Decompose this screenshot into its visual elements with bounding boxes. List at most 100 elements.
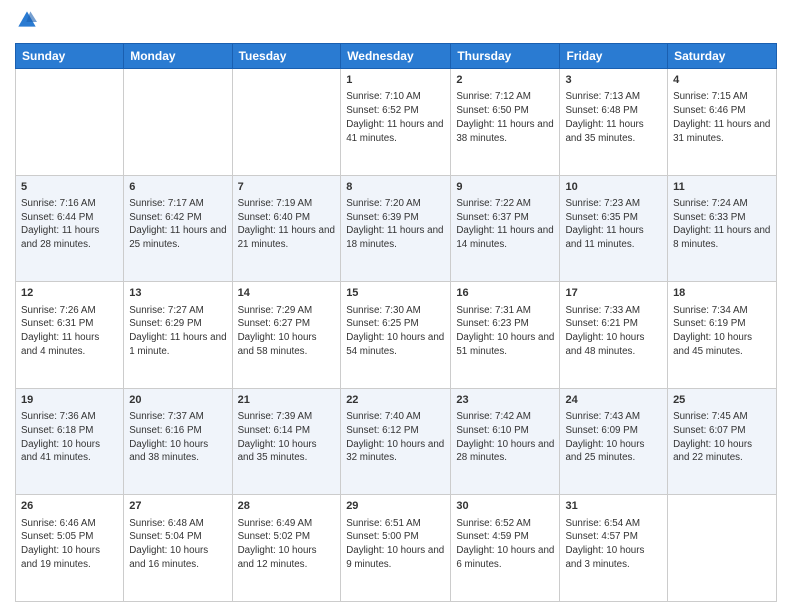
- day-number: 16: [456, 286, 554, 301]
- day-cell: 24 Sunrise: 7:43 AM Sunset: 6:09 PM Dayli…: [560, 388, 668, 495]
- day-number: 14: [238, 286, 336, 301]
- day-info: Sunrise: 7:42 AM Sunset: 6:10 PM Dayligh…: [456, 410, 554, 465]
- day-info: Sunrise: 6:52 AM Sunset: 4:59 PM Dayligh…: [456, 517, 554, 572]
- day-number: 22: [346, 393, 445, 408]
- day-cell: 31Sunrise: 6:54 AM Sunset: 4:57 PM Dayli…: [560, 495, 668, 602]
- day-info: Sunrise: 6:48 AM Sunset: 5:04 PM Dayligh…: [129, 517, 226, 572]
- day-info: Sunrise: 6:49 AM Sunset: 5:02 PM Dayligh…: [238, 517, 336, 572]
- day-info: Sunrise: 7:45 AM Sunset: 6:07 PM Dayligh…: [673, 410, 771, 465]
- day-number: 11: [673, 180, 771, 195]
- day-info: Sunrise: 7:34 AM Sunset: 6:19 PM Dayligh…: [673, 304, 771, 359]
- day-info: Sunrise: 7:20 AM Sunset: 6:39 PM Dayligh…: [346, 197, 445, 252]
- weekday-header-saturday: Saturday: [668, 44, 777, 69]
- day-number: 8: [346, 180, 445, 195]
- day-number: 23: [456, 393, 554, 408]
- weekday-header-monday: Monday: [124, 44, 232, 69]
- day-info: Sunrise: 7:39 AM Sunset: 6:14 PM Dayligh…: [238, 410, 336, 465]
- week-row-2: 5 Sunrise: 7:16 AM Sunset: 6:44 PM Daylig…: [16, 175, 777, 282]
- day-cell: 2 Sunrise: 7:12 AM Sunset: 6:50 PM Daylig…: [451, 69, 560, 176]
- day-number: 13: [129, 286, 226, 301]
- day-cell: 29 Sunrise: 6:51 AM Sunset: 5:00 PM Dayli…: [341, 495, 451, 602]
- day-cell: 16Sunrise: 7:31 AM Sunset: 6:23 PM Dayli…: [451, 282, 560, 389]
- day-cell: [16, 69, 124, 176]
- day-cell: 3Sunrise: 7:13 AM Sunset: 6:48 PM Daylig…: [560, 69, 668, 176]
- day-number: 28: [238, 499, 336, 514]
- calendar: SundayMondayTuesdayWednesdayThursdayFrid…: [15, 43, 777, 602]
- day-cell: 21 Sunrise: 7:39 AM Sunset: 6:14 PM Dayli…: [232, 388, 341, 495]
- weekday-header-tuesday: Tuesday: [232, 44, 341, 69]
- day-number: 5: [21, 180, 118, 195]
- weekday-header-row: SundayMondayTuesdayWednesdayThursdayFrid…: [16, 44, 777, 69]
- day-cell: 28 Sunrise: 6:49 AM Sunset: 5:02 PM Dayli…: [232, 495, 341, 602]
- day-cell: [668, 495, 777, 602]
- week-row-1: 1 Sunrise: 7:10 AM Sunset: 6:52 PM Daylig…: [16, 69, 777, 176]
- day-info: Sunrise: 7:24 AM Sunset: 6:33 PM Dayligh…: [673, 197, 771, 252]
- day-number: 7: [238, 180, 336, 195]
- day-number: 18: [673, 286, 771, 301]
- day-cell: 8 Sunrise: 7:20 AM Sunset: 6:39 PM Daylig…: [341, 175, 451, 282]
- day-number: 25: [673, 393, 771, 408]
- day-info: Sunrise: 7:40 AM Sunset: 6:12 PM Dayligh…: [346, 410, 445, 465]
- day-number: 26: [21, 499, 118, 514]
- day-info: Sunrise: 7:16 AM Sunset: 6:44 PM Dayligh…: [21, 197, 118, 252]
- header: [15, 10, 777, 35]
- day-cell: 1 Sunrise: 7:10 AM Sunset: 6:52 PM Daylig…: [341, 69, 451, 176]
- day-cell: 19 Sunrise: 7:36 AM Sunset: 6:18 PM Dayli…: [16, 388, 124, 495]
- day-cell: [232, 69, 341, 176]
- day-cell: [124, 69, 232, 176]
- day-info: Sunrise: 7:27 AM Sunset: 6:29 PM Dayligh…: [129, 304, 226, 359]
- day-cell: 10 Sunrise: 7:23 AM Sunset: 6:35 PM Dayli…: [560, 175, 668, 282]
- day-number: 19: [21, 393, 118, 408]
- day-number: 21: [238, 393, 336, 408]
- day-number: 2: [456, 73, 554, 88]
- day-info: Sunrise: 7:37 AM Sunset: 6:16 PM Dayligh…: [129, 410, 226, 465]
- day-number: 17: [565, 286, 662, 301]
- day-info: Sunrise: 7:10 AM Sunset: 6:52 PM Dayligh…: [346, 90, 445, 145]
- day-number: 6: [129, 180, 226, 195]
- day-info: Sunrise: 7:15 AM Sunset: 6:46 PM Dayligh…: [673, 90, 771, 145]
- day-number: 30: [456, 499, 554, 514]
- day-info: Sunrise: 7:29 AM Sunset: 6:27 PM Dayligh…: [238, 304, 336, 359]
- day-cell: 7 Sunrise: 7:19 AM Sunset: 6:40 PM Daylig…: [232, 175, 341, 282]
- day-info: Sunrise: 7:23 AM Sunset: 6:35 PM Dayligh…: [565, 197, 662, 252]
- day-cell: 23 Sunrise: 7:42 AM Sunset: 6:10 PM Dayli…: [451, 388, 560, 495]
- week-row-5: 26 Sunrise: 6:46 AM Sunset: 5:05 PM Dayli…: [16, 495, 777, 602]
- day-cell: 11 Sunrise: 7:24 AM Sunset: 6:33 PM Dayli…: [668, 175, 777, 282]
- day-info: Sunrise: 7:12 AM Sunset: 6:50 PM Dayligh…: [456, 90, 554, 145]
- weekday-header-thursday: Thursday: [451, 44, 560, 69]
- day-info: Sunrise: 7:26 AM Sunset: 6:31 PM Dayligh…: [21, 304, 118, 359]
- day-number: 9: [456, 180, 554, 195]
- day-info: Sunrise: 7:22 AM Sunset: 6:37 PM Dayligh…: [456, 197, 554, 252]
- day-cell: 14 Sunrise: 7:29 AM Sunset: 6:27 PM Dayli…: [232, 282, 341, 389]
- day-info: Sunrise: 7:43 AM Sunset: 6:09 PM Dayligh…: [565, 410, 662, 465]
- day-number: 1: [346, 73, 445, 88]
- day-info: Sunrise: 6:46 AM Sunset: 5:05 PM Dayligh…: [21, 517, 118, 572]
- day-cell: 15 Sunrise: 7:30 AM Sunset: 6:25 PM Dayli…: [341, 282, 451, 389]
- weekday-header-wednesday: Wednesday: [341, 44, 451, 69]
- day-info: Sunrise: 7:36 AM Sunset: 6:18 PM Dayligh…: [21, 410, 118, 465]
- day-number: 24: [565, 393, 662, 408]
- week-row-4: 19 Sunrise: 7:36 AM Sunset: 6:18 PM Dayli…: [16, 388, 777, 495]
- day-cell: 5 Sunrise: 7:16 AM Sunset: 6:44 PM Daylig…: [16, 175, 124, 282]
- day-info: Sunrise: 7:30 AM Sunset: 6:25 PM Dayligh…: [346, 304, 445, 359]
- page: SundayMondayTuesdayWednesdayThursdayFrid…: [0, 0, 792, 612]
- day-info: Sunrise: 7:19 AM Sunset: 6:40 PM Dayligh…: [238, 197, 336, 252]
- day-number: 29: [346, 499, 445, 514]
- logo: [15, 10, 37, 35]
- day-cell: 22 Sunrise: 7:40 AM Sunset: 6:12 PM Dayli…: [341, 388, 451, 495]
- day-info: Sunrise: 6:51 AM Sunset: 5:00 PM Dayligh…: [346, 517, 445, 572]
- weekday-header-friday: Friday: [560, 44, 668, 69]
- day-cell: 20Sunrise: 7:37 AM Sunset: 6:16 PM Dayli…: [124, 388, 232, 495]
- day-cell: 13 Sunrise: 7:27 AM Sunset: 6:29 PM Dayli…: [124, 282, 232, 389]
- day-number: 27: [129, 499, 226, 514]
- day-cell: 12Sunrise: 7:26 AM Sunset: 6:31 PM Dayli…: [16, 282, 124, 389]
- day-cell: 4Sunrise: 7:15 AM Sunset: 6:46 PM Daylig…: [668, 69, 777, 176]
- day-info: Sunrise: 7:33 AM Sunset: 6:21 PM Dayligh…: [565, 304, 662, 359]
- day-number: 15: [346, 286, 445, 301]
- logo-icon: [17, 10, 37, 30]
- day-cell: 18 Sunrise: 7:34 AM Sunset: 6:19 PM Dayli…: [668, 282, 777, 389]
- day-cell: 6 Sunrise: 7:17 AM Sunset: 6:42 PM Daylig…: [124, 175, 232, 282]
- day-cell: 30 Sunrise: 6:52 AM Sunset: 4:59 PM Dayli…: [451, 495, 560, 602]
- day-info: Sunrise: 7:17 AM Sunset: 6:42 PM Dayligh…: [129, 197, 226, 252]
- day-number: 10: [565, 180, 662, 195]
